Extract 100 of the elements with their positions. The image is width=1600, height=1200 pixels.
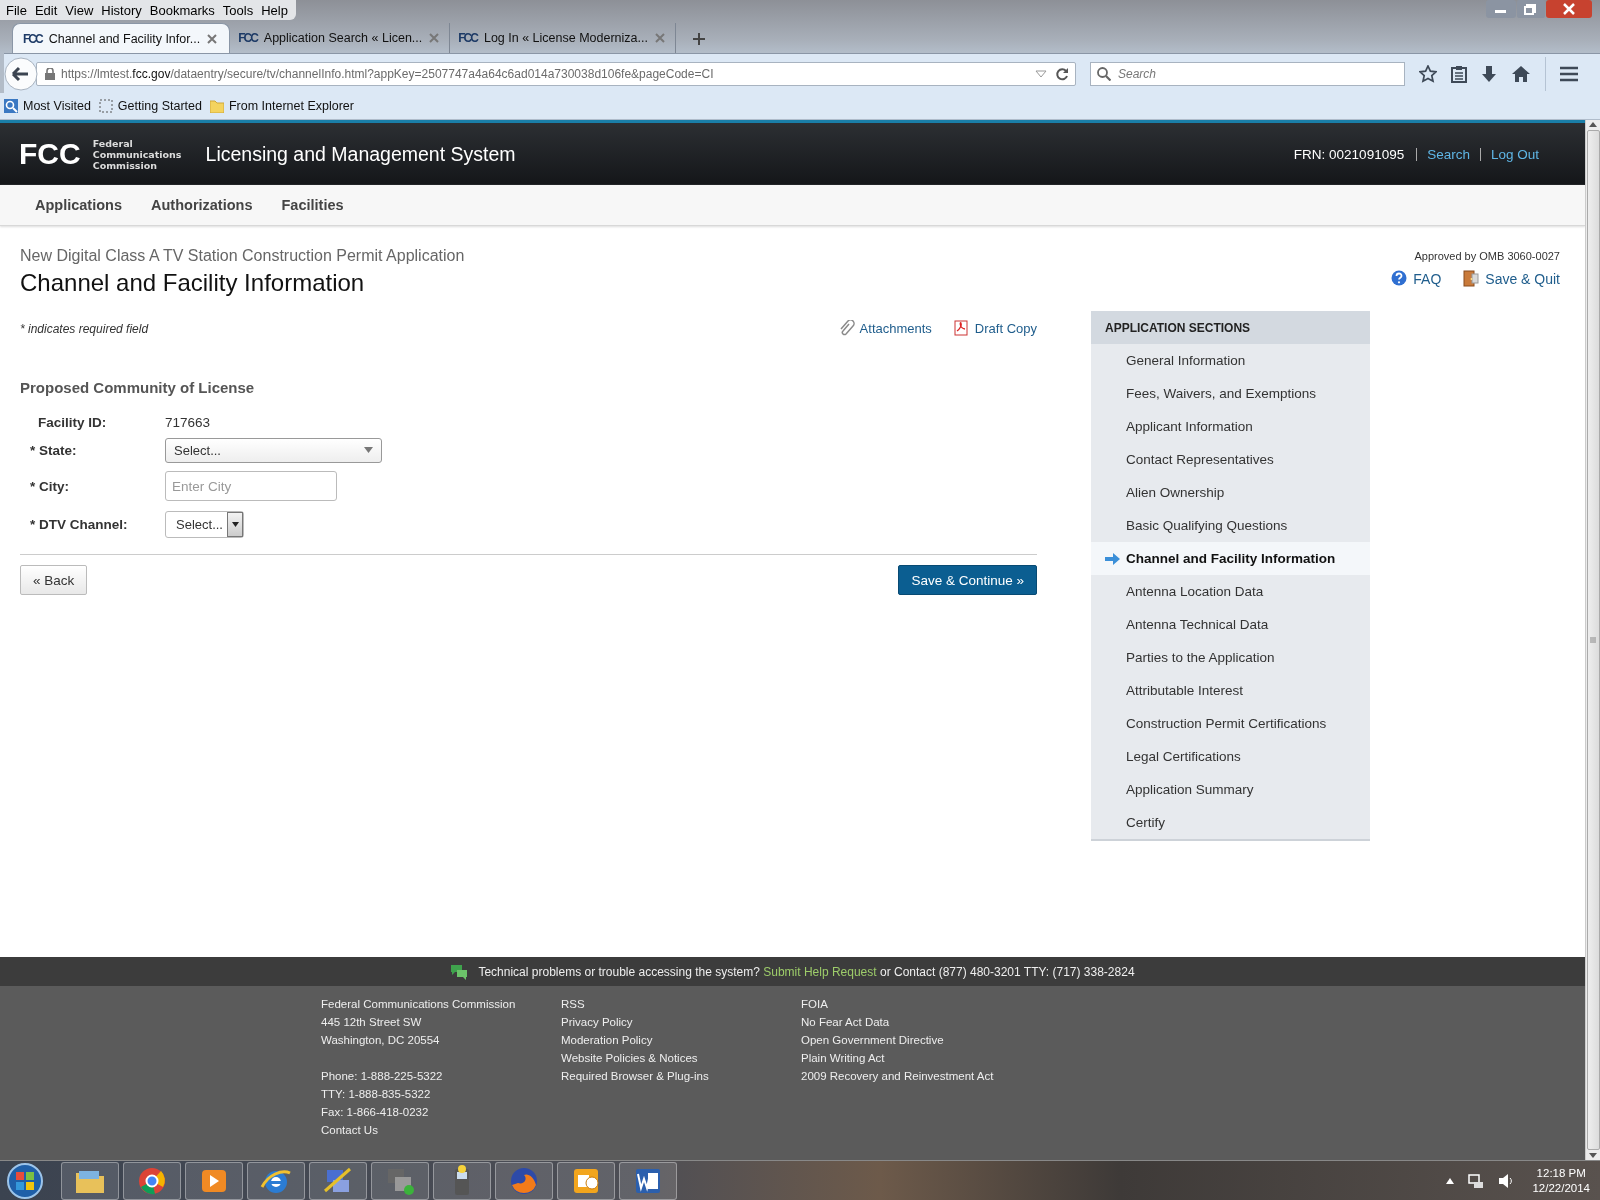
clock[interactable]: 12:18 PM 12/22/2014	[1532, 1166, 1590, 1196]
clipboard-icon[interactable]	[1451, 65, 1467, 83]
menu-item[interactable]: Edit	[30, 2, 62, 18]
field-label: Facility ID:	[37, 414, 108, 430]
maximize-icon[interactable]	[1517, 0, 1545, 18]
download-icon[interactable]	[1481, 65, 1497, 83]
section-link[interactable]: Antenna Technical Data	[1091, 608, 1370, 641]
url-field[interactable]: https://lmtest.fcc.gov/dataentry/secure/tv/channelInfo.html?appKey=2507747a4a64c6ad014a730038d106fe&pageCode=CI	[36, 62, 1076, 86]
section-link[interactable]: Attributable Interest	[1091, 674, 1370, 707]
logo-mark: FCC	[19, 137, 81, 171]
footer-link[interactable]: Washington, DC 20554	[321, 1031, 440, 1049]
bookmark[interactable]: Most Visited	[4, 99, 91, 113]
section-link[interactable]: Basic Qualifying Questions	[1091, 509, 1370, 542]
city-input[interactable]: Enter City	[165, 471, 337, 501]
network-icon[interactable]	[1468, 1173, 1485, 1189]
speaker-icon[interactable]	[1498, 1173, 1515, 1189]
footer-link[interactable]: Fax: 1-866-418-0232	[321, 1103, 429, 1121]
bookmark[interactable]: From Internet Explorer	[209, 99, 354, 113]
menu-item[interactable]: View	[61, 2, 98, 18]
state-select[interactable]: Select...	[165, 437, 382, 463]
section-link[interactable]: Certify	[1091, 806, 1370, 839]
help-text: Technical problems or trouble accessing the system? Submit Help Request or Contact (877) 480-3201 TTY: (717) 338-2824	[478, 964, 1135, 979]
footer-link[interactable]: Privacy Policy	[561, 1013, 633, 1031]
footer-link[interactable]: No Fear Act Data	[801, 1013, 890, 1031]
menu-item[interactable]: Bookmarks	[145, 2, 219, 18]
required-note: * indicates required field	[20, 321, 149, 336]
footer-link[interactable]: Required Browser & Plug-ins	[561, 1067, 709, 1085]
section-heading: Proposed Community of License	[20, 379, 256, 396]
page-title: Channel and Facility Information	[20, 269, 366, 297]
paperclip-icon	[838, 320, 855, 337]
site-title: Licensing and Management System	[205, 142, 516, 166]
section-link[interactable]: Legal Certifications	[1091, 740, 1370, 773]
section-link[interactable]: Application Summary	[1091, 773, 1370, 806]
footer-link[interactable]: FOIA	[801, 995, 828, 1013]
section-link[interactable]: Contact Representatives	[1091, 443, 1370, 476]
minimize-icon[interactable]	[1486, 0, 1516, 18]
section-link[interactable]: Alien Ownership	[1091, 476, 1370, 509]
back-icon[interactable]	[4, 57, 38, 91]
nav-link[interactable]: Applications	[35, 197, 122, 213]
footer-link[interactable]: Federal Communications Commission	[321, 995, 516, 1013]
save-continue-button[interactable]: Save & Continue »	[898, 565, 1037, 595]
scroll-up-icon[interactable]	[1589, 122, 1597, 127]
chat-bubbles-icon	[450, 963, 469, 980]
section-link[interactable]: Antenna Location Data	[1091, 575, 1370, 608]
field-label: * DTV Channel:	[29, 516, 129, 532]
field-value: 717663	[165, 414, 211, 430]
footer-link[interactable]: Website Policies & Notices	[561, 1049, 698, 1067]
draft-copy-link[interactable]: Draft Copy	[953, 320, 1037, 337]
tab-title: Channel and Facility Infor...	[48, 31, 201, 46]
scrollbar[interactable]	[1585, 120, 1600, 1160]
search-field[interactable]: Search	[1090, 62, 1405, 86]
faq-link[interactable]: FAQ	[1391, 270, 1442, 287]
section-link[interactable]: General Information	[1091, 344, 1370, 377]
section-link[interactable]: Parties to the Application	[1091, 641, 1370, 674]
save-quit-link[interactable]: Save & Quit	[1463, 270, 1560, 287]
footer-link[interactable]: Phone: 1-888-225-5322	[321, 1067, 443, 1085]
bookmark-star-icon[interactable]	[1419, 65, 1437, 83]
arrow-right-icon	[1105, 552, 1120, 565]
menu-icon[interactable]	[1560, 66, 1578, 82]
footer-link[interactable]: Plain Writing Act	[801, 1049, 885, 1067]
lock-icon	[45, 68, 55, 80]
section-link[interactable]: Applicant Information	[1091, 410, 1370, 443]
dropdown-arrow-icon	[231, 521, 239, 527]
browser-tab[interactable]: FCC Channel and Facility Infor...	[12, 23, 231, 53]
attachments-link[interactable]: Attachments	[838, 320, 932, 337]
favicon: FCC	[458, 31, 477, 45]
panel-heading: APPLICATION SECTIONS	[1091, 311, 1370, 344]
section-link[interactable]: Channel and Facility Information	[1091, 542, 1370, 575]
menu-item[interactable]: File	[2, 2, 31, 18]
section-link[interactable]: Construction Permit Certifications	[1091, 707, 1370, 740]
start-icon[interactable]	[5, 1161, 45, 1200]
close-icon[interactable]	[207, 33, 218, 44]
menu-item[interactable]: Tools	[218, 2, 258, 18]
help-request-link[interactable]: Submit Help Request	[763, 964, 877, 979]
menu-item[interactable]: History	[97, 2, 146, 18]
nav-link[interactable]: Authorizations	[151, 197, 253, 213]
channel-select[interactable]: Select...	[165, 510, 244, 538]
footer-link[interactable]: 445 12th Street SW	[321, 1013, 422, 1031]
close-icon[interactable]	[1546, 0, 1592, 18]
header-link[interactable]: Log Out	[1479, 147, 1539, 161]
footer-link[interactable]: 2009 Recovery and Reinvestment Act	[801, 1067, 994, 1085]
footer-link[interactable]: Open Government Directive	[801, 1031, 944, 1049]
reload-icon[interactable]	[1055, 67, 1069, 81]
scroll-down-icon[interactable]	[1589, 1153, 1597, 1158]
menu-item[interactable]: Help	[257, 2, 292, 18]
bookmark[interactable]: Getting Started	[98, 99, 202, 113]
new-tab-icon[interactable]	[691, 32, 706, 46]
nav-link[interactable]: Facilities	[281, 197, 344, 213]
home-icon[interactable]	[1511, 65, 1531, 83]
tray-arrow-icon[interactable]	[1446, 1178, 1455, 1184]
form-subtitle: New Digital Class A TV Station Construction Permit Application	[20, 247, 465, 265]
approval-note: Approved by OMB 3060-0027	[1414, 250, 1560, 262]
footer-link[interactable]: Contact Us	[321, 1121, 378, 1139]
back-button[interactable]: « Back	[20, 565, 88, 595]
footer-link[interactable]: TTY: 1-888-835-5322	[321, 1085, 431, 1103]
footer-link[interactable]: RSS	[561, 995, 585, 1013]
section-link[interactable]: Fees, Waivers, and Exemptions	[1091, 377, 1370, 410]
header-link[interactable]: Search	[1416, 147, 1470, 161]
footer-link[interactable]: Moderation Policy	[561, 1031, 653, 1049]
dropdown-icon[interactable]	[1035, 70, 1047, 78]
